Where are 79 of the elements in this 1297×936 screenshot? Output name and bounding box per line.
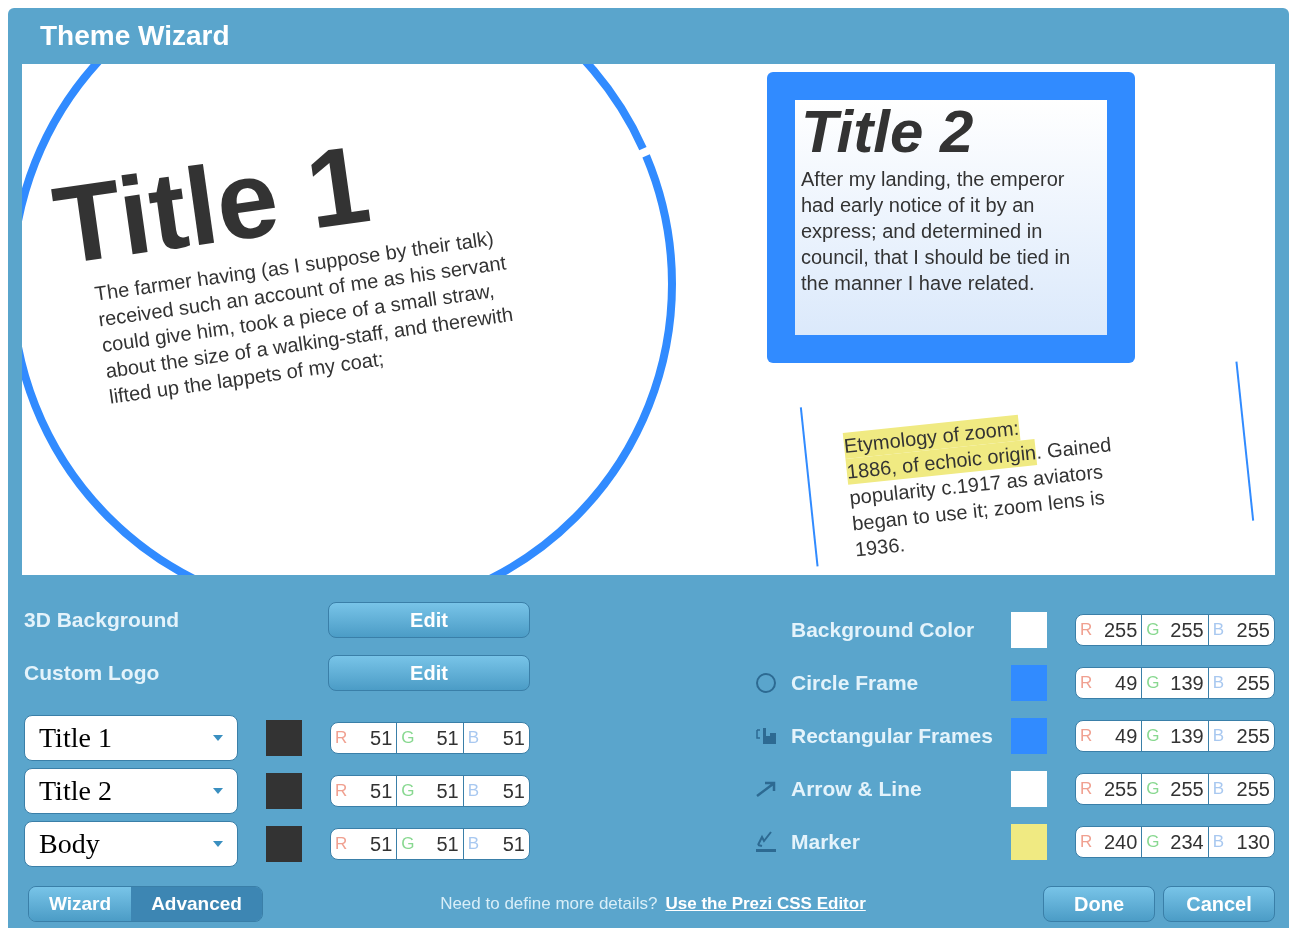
color-swatch[interactable]	[266, 719, 302, 756]
channel-value[interactable]: 255	[1236, 614, 1270, 645]
color-swatch[interactable]	[266, 772, 302, 809]
channel-value[interactable]: 51	[436, 828, 459, 859]
channel-value[interactable]: 51	[370, 722, 393, 753]
arrow-icon	[755, 779, 777, 798]
font-dropdown[interactable]: Body	[24, 820, 238, 867]
color-label: Circle Frame	[791, 669, 920, 696]
channel-value[interactable]: 255	[1170, 614, 1204, 645]
channel-letter: R	[335, 726, 348, 749]
channel-value[interactable]: 139	[1170, 667, 1204, 698]
caret-icon	[213, 734, 223, 741]
color-label: Rectangular Frames	[791, 722, 994, 749]
channel-value[interactable]: 49	[1115, 667, 1138, 698]
channel-letter: R	[1080, 830, 1093, 853]
body-text: After my landing, the emperor had early notice of it by an express; and determined in council, that I should be tied in the manner I have related.	[801, 167, 1072, 296]
channel-letter: R	[1080, 777, 1093, 800]
channel-value[interactable]: 51	[370, 828, 393, 859]
font-dropdown[interactable]: Title 2	[24, 767, 238, 814]
channel-letter: B	[467, 832, 479, 855]
color-swatch[interactable]	[266, 825, 302, 862]
setting-label: Custom Logo	[24, 659, 161, 686]
channel-value[interactable]: 51	[436, 775, 459, 806]
color-label: Marker	[791, 828, 861, 855]
channel-letter: G	[1146, 724, 1160, 747]
channel-letter: G	[401, 779, 415, 802]
channel-value[interactable]: 51	[502, 775, 525, 806]
channel-letter: G	[401, 726, 415, 749]
channel-value[interactable]: 51	[370, 775, 393, 806]
channel-value[interactable]: 255	[1103, 773, 1138, 804]
channel-letter: B	[467, 726, 479, 749]
channel-value[interactable]: 49	[1115, 720, 1138, 751]
channel-letter: R	[335, 832, 348, 855]
channel-value[interactable]: 139	[1170, 720, 1204, 751]
channel-letter: R	[1080, 671, 1093, 694]
channel-letter: G	[401, 832, 415, 855]
channel-value[interactable]: 51	[502, 722, 525, 753]
channel-letter: R	[1080, 618, 1093, 641]
channel-letter: G	[1146, 777, 1160, 800]
title-text: Title 2	[801, 100, 975, 164]
color-swatch[interactable]	[1011, 717, 1047, 754]
mode-tab[interactable]: Advanced	[131, 887, 262, 921]
channel-letter: G	[1146, 830, 1160, 853]
channel-value[interactable]: 51	[436, 722, 459, 753]
marker-icon	[755, 830, 777, 853]
caret-icon	[213, 787, 223, 794]
color-swatch[interactable]	[1011, 823, 1047, 860]
channel-value[interactable]: 240	[1103, 826, 1138, 857]
channel-letter: B	[1212, 777, 1224, 800]
color-swatch[interactable]	[1011, 611, 1047, 648]
hint-text: Need to define more details?	[440, 893, 658, 916]
window-title: Theme Wizard	[40, 19, 230, 53]
channel-letter: G	[1146, 671, 1160, 694]
channel-value[interactable]: 51	[502, 828, 525, 859]
color-swatch[interactable]	[1011, 770, 1047, 807]
caret-icon	[213, 840, 223, 847]
color-swatch[interactable]	[1011, 664, 1047, 701]
channel-value[interactable]: 234	[1170, 826, 1204, 857]
channel-letter: R	[1080, 724, 1093, 747]
channel-letter: B	[1212, 671, 1224, 694]
channel-value[interactable]: 255	[1236, 720, 1270, 751]
channel-value[interactable]: 255	[1236, 773, 1270, 804]
font-dropdown[interactable]: Title 1	[24, 714, 238, 761]
setting-label: 3D Background	[24, 606, 181, 633]
channel-value[interactable]: 255	[1103, 614, 1138, 645]
color-label: Arrow & Line	[791, 775, 923, 802]
channel-letter: B	[1212, 830, 1224, 853]
channel-letter: B	[1212, 724, 1224, 747]
frame-icon	[755, 725, 779, 746]
channel-letter: R	[335, 779, 348, 802]
channel-value[interactable]: 130	[1236, 826, 1270, 857]
color-label: Background Color	[791, 616, 976, 643]
channel-letter: B	[1212, 618, 1224, 641]
circle-icon	[755, 671, 777, 694]
channel-value[interactable]: 255	[1170, 773, 1204, 804]
channel-value[interactable]: 255	[1236, 667, 1270, 698]
channel-letter: B	[467, 779, 479, 802]
note-text: 1936.	[853, 532, 907, 563]
channel-letter: G	[1146, 618, 1160, 641]
